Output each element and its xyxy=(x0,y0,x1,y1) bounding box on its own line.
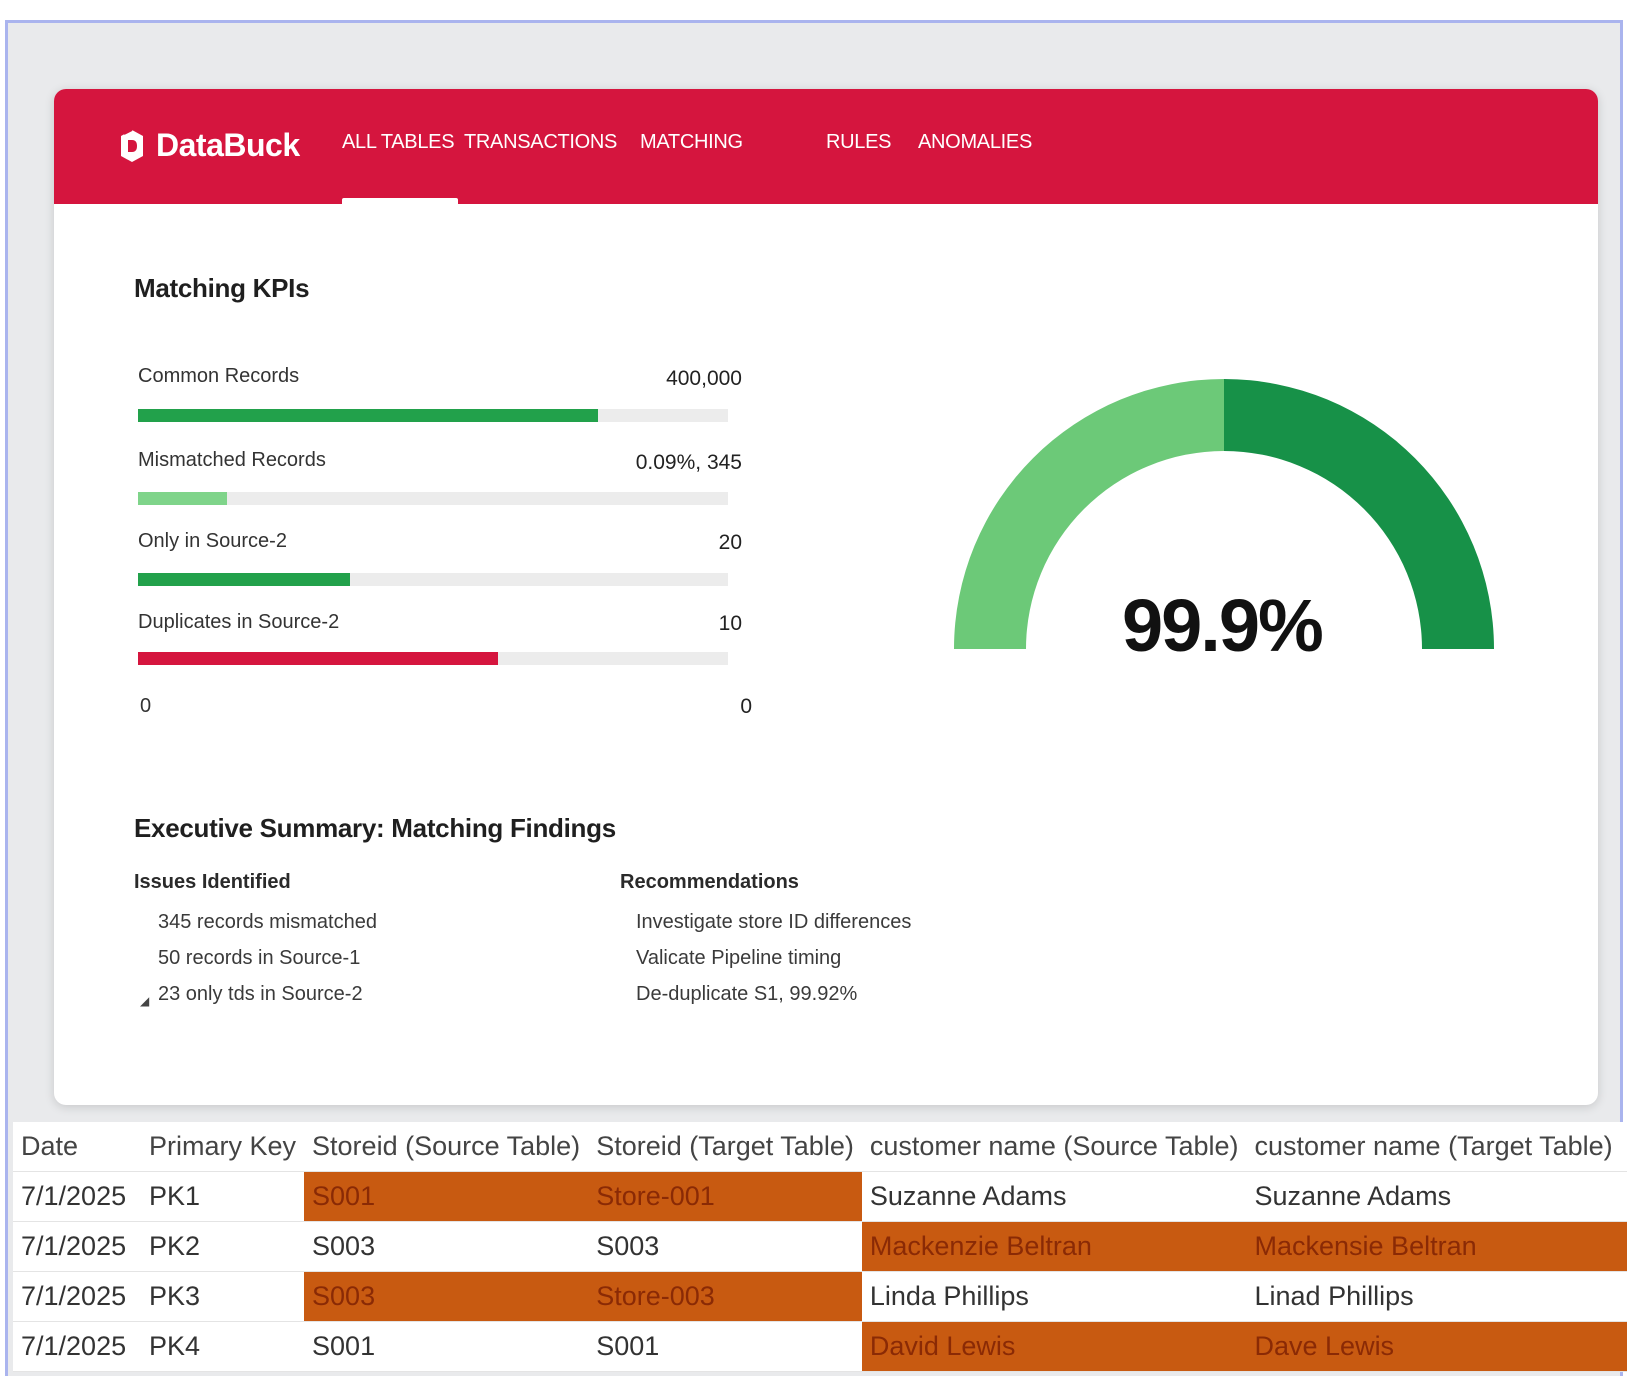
kpi-value-only-source2: 20 xyxy=(718,531,742,554)
gauge-value: 99.9% xyxy=(1122,584,1324,667)
brand-logo[interactable]: DataBuck xyxy=(118,127,300,164)
kpi-label-common: Common Records xyxy=(138,365,300,387)
cell-customer-target: Linad Phillips xyxy=(1246,1271,1627,1322)
cell-customer-source: Linda Phillips xyxy=(861,1271,1247,1322)
kpi-bar-duplicates xyxy=(138,652,728,665)
kpi-bar-mismatched xyxy=(138,492,728,505)
recommendation-item-3: De-duplicate S1, 99.92% xyxy=(636,983,858,1005)
col-date: Date xyxy=(13,1122,141,1172)
col-customer-source: customer name (Source Table) xyxy=(861,1122,1247,1172)
col-storeid-source: Storeid (Source Table) xyxy=(304,1122,589,1172)
table-row[interactable]: 7/1/2025 PK1 S001 Store-001 Suzanne Adam… xyxy=(13,1171,1627,1222)
cell-storeid-target: Store-001 xyxy=(588,1171,862,1222)
kpi-bar-only-source2 xyxy=(138,573,728,586)
cell-storeid-target: Store-003 xyxy=(588,1271,862,1322)
kpi-bar-fill-duplicates xyxy=(138,652,498,665)
dashboard-card: DataBuck ALL TABLES TRANSACTIONS MATCHIN… xyxy=(54,89,1598,1105)
table-row[interactable]: 7/1/2025 PK2 S003 S003 Mackenzie Beltran… xyxy=(13,1221,1627,1272)
recommendation-item-1: Investigate store ID differences xyxy=(636,911,912,933)
cell-primary-key: PK2 xyxy=(141,1221,305,1272)
tab-all-tables[interactable]: ALL TABLES xyxy=(342,131,455,154)
table-header-row: Date Primary Key Storeid (Source Table) … xyxy=(13,1122,1627,1172)
cell-customer-target: Mackensie Beltran xyxy=(1246,1221,1627,1272)
issue-item-3: 23 only tds in Source-2 xyxy=(158,983,363,1005)
issue-item-2: 50 records in Source-1 xyxy=(158,947,361,969)
recommendations-heading: Recommendations xyxy=(620,871,799,893)
kpi-label-only-source2: Only in Source-2 xyxy=(138,530,287,552)
tab-rules[interactable]: RULES xyxy=(826,131,892,154)
kpi-bar-fill-mismatched xyxy=(138,492,227,505)
kpi-section-title: Matching KPIs xyxy=(134,273,310,303)
tab-transactions[interactable]: TRANSACTIONS xyxy=(464,131,617,154)
kpi-axis-min: 0 xyxy=(140,695,152,717)
mismatch-table: Date Primary Key Storeid (Source Table) … xyxy=(13,1122,1627,1372)
cell-primary-key: PK4 xyxy=(141,1321,305,1372)
kpi-value-mismatched: 0.09%, 345 xyxy=(635,451,742,474)
table-row[interactable]: 7/1/2025 PK3 S003 Store-003 Linda Philli… xyxy=(13,1271,1627,1322)
cell-date: 7/1/2025 xyxy=(13,1321,141,1372)
issue-item-1: 345 records mismatched xyxy=(158,911,377,933)
cell-date: 7/1/2025 xyxy=(13,1171,141,1222)
recommendation-item-2: Valicate Pipeline timing xyxy=(636,947,842,969)
cell-customer-source: David Lewis xyxy=(861,1321,1247,1372)
kpi-bar-fill-common xyxy=(138,409,599,422)
cell-customer-source: Suzanne Adams xyxy=(861,1171,1247,1222)
cell-storeid-source: S003 xyxy=(304,1271,589,1322)
tab-anomalies[interactable]: ANOMALIES xyxy=(918,131,1032,154)
kpi-value-duplicates: 10 xyxy=(718,612,742,635)
col-storeid-target: Storeid (Target Table) xyxy=(588,1122,862,1172)
top-nav: DataBuck ALL TABLES TRANSACTIONS MATCHIN… xyxy=(54,89,1598,204)
kpi-bar-common xyxy=(138,409,728,422)
cell-customer-target: Dave Lewis xyxy=(1246,1321,1627,1372)
collapse-caret-icon[interactable]: ◢ xyxy=(140,994,149,1008)
cell-storeid-source: S003 xyxy=(304,1221,589,1272)
cell-storeid-target: S001 xyxy=(588,1321,862,1372)
cell-storeid-source: S001 xyxy=(304,1321,589,1372)
issues-heading: Issues Identified xyxy=(134,871,291,893)
kpi-label-mismatched: Mismatched Records xyxy=(138,449,326,471)
brand-name: DataBuck xyxy=(156,127,300,163)
cell-customer-target: Suzanne Adams xyxy=(1246,1171,1627,1222)
cell-storeid-source: S001 xyxy=(304,1171,589,1222)
cell-primary-key: PK3 xyxy=(141,1271,305,1322)
kpi-value-common: 400,000 xyxy=(666,367,742,390)
databuck-logo-icon xyxy=(121,128,143,162)
col-customer-target: customer name (Target Table) xyxy=(1246,1122,1627,1172)
tab-matching[interactable]: MATCHING xyxy=(640,131,743,154)
table-row[interactable]: 7/1/2025 PK4 S001 S001 David Lewis Dave … xyxy=(13,1321,1627,1372)
cell-date: 7/1/2025 xyxy=(13,1221,141,1272)
kpi-axis-max: 0 xyxy=(740,695,752,718)
col-primary-key: Primary Key xyxy=(141,1122,305,1172)
kpi-bar-fill-only-source2 xyxy=(138,573,351,586)
cell-primary-key: PK1 xyxy=(141,1171,305,1222)
kpi-label-duplicates: Duplicates in Source-2 xyxy=(138,611,340,633)
active-tab-indicator xyxy=(342,198,458,204)
summary-title: Executive Summary: Matching Findings xyxy=(134,813,616,843)
cell-customer-source: Mackenzie Beltran xyxy=(861,1221,1247,1272)
cell-storeid-target: S003 xyxy=(588,1221,862,1272)
cell-date: 7/1/2025 xyxy=(13,1271,141,1322)
